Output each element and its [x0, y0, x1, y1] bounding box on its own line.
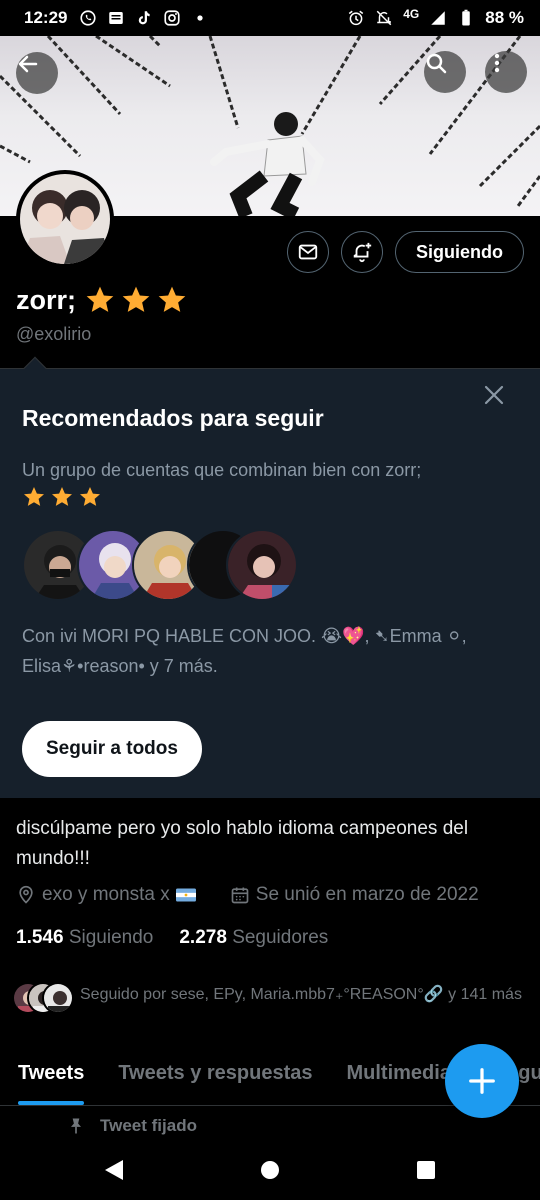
profile-name: zorr; [16, 284, 76, 315]
star-icon [158, 286, 186, 312]
more-button[interactable] [485, 51, 527, 93]
mute-icon [375, 9, 393, 27]
status-time: 12:29 [24, 8, 68, 27]
pin-icon [71, 1118, 81, 1134]
profile-meta: exo y monsta x Se unió en marzo de 2022 [16, 884, 479, 906]
avatar-image [20, 174, 110, 264]
star-icon [86, 286, 114, 312]
star-icon [80, 487, 100, 506]
signal-icon [429, 9, 447, 27]
star-rating [22, 485, 102, 509]
compose-tweet-button[interactable] [445, 1044, 519, 1118]
dismiss-button[interactable] [482, 383, 506, 407]
close-icon [484, 385, 504, 405]
subtitle-text: Un grupo de cuentas que combinan bien co… [22, 460, 422, 480]
following-label: Siguiendo [68, 927, 154, 948]
follow-all-button[interactable]: Seguir a todos [22, 721, 202, 777]
envelope-icon [298, 244, 318, 260]
network-type: 4G [403, 7, 420, 21]
more-vertical-icon [494, 53, 500, 73]
back-button[interactable] [16, 52, 58, 94]
location-icon [19, 885, 33, 904]
star-icon [122, 286, 150, 312]
battery-icon [457, 9, 475, 27]
message-button[interactable] [287, 231, 329, 273]
argentina-flag-icon [175, 888, 196, 902]
recommendations-title: Recomendados para seguir [22, 405, 324, 431]
following-button[interactable]: Siguiendo [395, 231, 524, 273]
nav-back-icon[interactable] [103, 1158, 127, 1182]
mutual-followers-text: Con ivi MORI PQ HABLE CON JOO. 😭💖, ➷Emma… [22, 626, 467, 676]
profile-actions: Siguiendo [287, 231, 524, 273]
profile-avatar[interactable] [16, 170, 114, 268]
notifications-button[interactable] [341, 231, 383, 273]
followed-by-text: Seguido por sese, EPy, Maria.mbb7₊°REASO… [80, 986, 522, 1003]
profile-joined-date: Se unió en marzo de 2022 [255, 884, 479, 905]
arrow-left-icon [18, 55, 38, 73]
recommended-avatar[interactable] [226, 529, 298, 601]
followers-count: 2.278 [179, 927, 227, 948]
alarm-icon [347, 9, 365, 27]
plus-icon [469, 1068, 495, 1094]
bell-plus-icon [353, 242, 372, 263]
tab-tweets-replies[interactable]: Tweets y respuestas [100, 1050, 328, 1105]
pinned-tweet-header: Tweet fijado [66, 1116, 197, 1136]
card-pointer [23, 356, 47, 380]
news-icon [107, 9, 125, 27]
instagram-icon [163, 9, 181, 27]
star-icon [24, 487, 44, 506]
recommendations-subtitle: Un grupo de cuentas que combinan bien co… [22, 455, 512, 518]
followed-by-row[interactable]: Seguido por sese, EPy, Maria.mbb7₊°REASO… [12, 982, 530, 1018]
system-navigation-bar [0, 1142, 540, 1200]
nav-recents-icon[interactable] [414, 1158, 438, 1182]
dot-icon [191, 9, 209, 27]
tiktok-icon [135, 9, 153, 27]
calendar-icon [231, 887, 249, 904]
follower-avatar [42, 982, 74, 1014]
recommendations-card: Recomendados para seguir Un grupo de cue… [0, 356, 540, 798]
status-bar: 12:29 4G 88 % [0, 0, 540, 36]
profile-location: exo y monsta x [42, 884, 170, 905]
following-count: 1.546 [16, 927, 64, 948]
battery-percent: 88 % [485, 8, 524, 27]
following-link[interactable]: 1.546 Siguiendo [16, 927, 153, 949]
pinned-label: Tweet fijado [100, 1116, 197, 1135]
star-icon [52, 487, 72, 506]
whatsapp-icon [79, 9, 97, 27]
nav-home-icon[interactable] [258, 1158, 282, 1182]
profile-bio: discúlpame pero yo solo hablo idioma cam… [16, 818, 469, 869]
profile-handle: @exolirio [16, 324, 92, 344]
star-rating [84, 284, 188, 316]
search-button[interactable] [424, 51, 466, 93]
followers-link[interactable]: 2.278 Seguidores [179, 927, 328, 949]
follow-counts: 1.546 Siguiendo 2.278 Seguidores [16, 927, 328, 949]
profile-name-row: zorr; [16, 284, 188, 316]
followers-label: Seguidores [232, 927, 329, 948]
tab-tweets[interactable]: Tweets [0, 1050, 100, 1105]
recommended-accounts [22, 529, 312, 601]
search-icon [426, 53, 447, 74]
